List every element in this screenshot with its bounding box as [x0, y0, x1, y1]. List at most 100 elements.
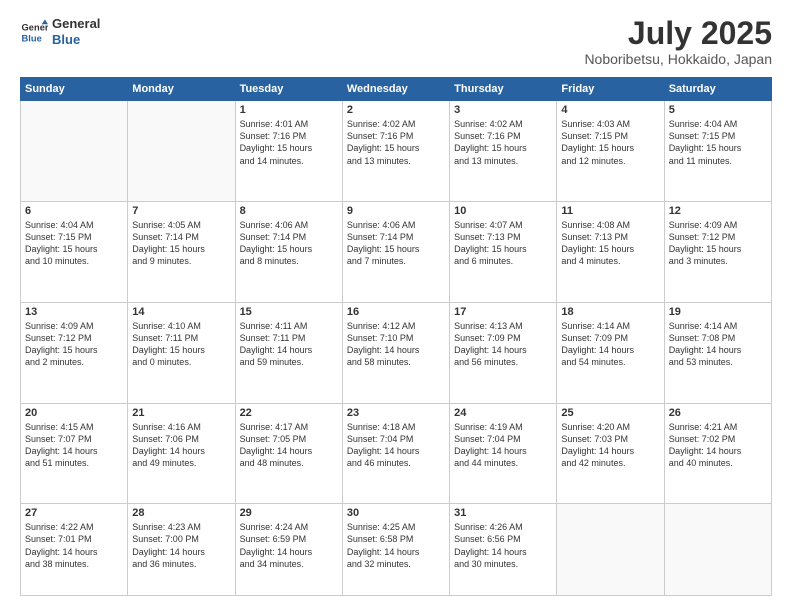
cell-details: Sunrise: 4:21 AMSunset: 7:02 PMDaylight:…: [669, 421, 767, 470]
cell-details: Sunrise: 4:16 AMSunset: 7:06 PMDaylight:…: [132, 421, 230, 470]
cell-details: Sunrise: 4:15 AMSunset: 7:07 PMDaylight:…: [25, 421, 123, 470]
calendar-cell: 11 Sunrise: 4:08 AMSunset: 7:13 PMDayligh…: [557, 201, 664, 302]
calendar-cell: 7Sunrise: 4:05 AMSunset: 7:14 PMDaylight…: [128, 201, 235, 302]
calendar-header-row: SundayMondayTuesdayWednesdayThursdayFrid…: [21, 78, 772, 101]
day-number: 20: [25, 407, 123, 419]
cell-details: Sunrise: 4:11 AMSunset: 7:11 PMDaylight:…: [240, 320, 338, 369]
cell-details: Sunrise: 4:09 AMSunset: 7:12 PMDaylight:…: [669, 219, 767, 268]
day-header-wednesday: Wednesday: [342, 78, 449, 101]
day-number: 17: [454, 306, 552, 318]
day-number: 12: [669, 205, 767, 217]
calendar-cell: [128, 101, 235, 202]
cell-details: Sunrise: 4:04 AMSunset: 7:15 PMDaylight:…: [669, 118, 767, 167]
calendar-week-4: 20 Sunrise: 4:15 AMSunset: 7:07 PMDayligh…: [21, 403, 772, 504]
calendar-cell: 27 Sunrise: 4:22 AMSunset: 7:01 PMDayligh…: [21, 504, 128, 596]
cell-details: Sunrise: 4:17 AMSunset: 7:05 PMDaylight:…: [240, 421, 338, 470]
cell-details: Sunrise: 4:06 AMSunset: 7:14 PMDaylight:…: [240, 219, 338, 268]
calendar-cell: 13Sunrise: 4:09 AMSunset: 7:12 PMDayligh…: [21, 302, 128, 403]
cell-details: Sunrise: 4:09 AMSunset: 7:12 PMDaylight:…: [25, 320, 123, 369]
cell-details: Sunrise: 4:24 AMSunset: 6:59 PMDaylight:…: [240, 521, 338, 570]
calendar-week-2: 6Sunrise: 4:04 AMSunset: 7:15 PMDaylight…: [21, 201, 772, 302]
calendar-cell: 2 Sunrise: 4:02 AMSunset: 7:16 PMDaylight…: [342, 101, 449, 202]
logo: General Blue General Blue: [20, 16, 100, 47]
day-number: 3: [454, 104, 552, 116]
day-number: 30: [347, 507, 445, 519]
cell-details: Sunrise: 4:01 AMSunset: 7:16 PMDaylight:…: [240, 118, 338, 167]
day-number: 10: [454, 205, 552, 217]
calendar-cell: 15Sunrise: 4:11 AMSunset: 7:11 PMDayligh…: [235, 302, 342, 403]
calendar-cell: 14 Sunrise: 4:10 AMSunset: 7:11 PMDayligh…: [128, 302, 235, 403]
cell-details: Sunrise: 4:23 AMSunset: 7:00 PMDaylight:…: [132, 521, 230, 570]
day-number: 22: [240, 407, 338, 419]
calendar-cell: 8Sunrise: 4:06 AMSunset: 7:14 PMDaylight…: [235, 201, 342, 302]
calendar-cell: 18Sunrise: 4:14 AMSunset: 7:09 PMDayligh…: [557, 302, 664, 403]
cell-details: Sunrise: 4:03 AMSunset: 7:15 PMDaylight:…: [561, 118, 659, 167]
cell-details: Sunrise: 4:08 AMSunset: 7:13 PMDaylight:…: [561, 219, 659, 268]
cell-details: Sunrise: 4:20 AMSunset: 7:03 PMDaylight:…: [561, 421, 659, 470]
calendar-cell: 20 Sunrise: 4:15 AMSunset: 7:07 PMDayligh…: [21, 403, 128, 504]
day-number: 28: [132, 507, 230, 519]
day-header-monday: Monday: [128, 78, 235, 101]
cell-details: Sunrise: 4:13 AMSunset: 7:09 PMDaylight:…: [454, 320, 552, 369]
svg-text:Blue: Blue: [22, 33, 42, 43]
day-header-friday: Friday: [557, 78, 664, 101]
cell-details: Sunrise: 4:18 AMSunset: 7:04 PMDaylight:…: [347, 421, 445, 470]
cell-details: Sunrise: 4:25 AMSunset: 6:58 PMDaylight:…: [347, 521, 445, 570]
calendar-cell: 3 Sunrise: 4:02 AMSunset: 7:16 PMDaylight…: [450, 101, 557, 202]
day-number: 23: [347, 407, 445, 419]
calendar-cell: 24 Sunrise: 4:19 AMSunset: 7:04 PMDayligh…: [450, 403, 557, 504]
calendar-cell: [557, 504, 664, 596]
calendar-cell: 17 Sunrise: 4:13 AMSunset: 7:09 PMDayligh…: [450, 302, 557, 403]
day-number: 24: [454, 407, 552, 419]
cell-details: Sunrise: 4:19 AMSunset: 7:04 PMDaylight:…: [454, 421, 552, 470]
day-number: 25: [561, 407, 659, 419]
cell-details: Sunrise: 4:26 AMSunset: 6:56 PMDaylight:…: [454, 521, 552, 570]
calendar-week-5: 27 Sunrise: 4:22 AMSunset: 7:01 PMDayligh…: [21, 504, 772, 596]
calendar-cell: [21, 101, 128, 202]
day-number: 18: [561, 306, 659, 318]
calendar-cell: 1 Sunrise: 4:01 AMSunset: 7:16 PMDaylight…: [235, 101, 342, 202]
calendar-week-3: 13Sunrise: 4:09 AMSunset: 7:12 PMDayligh…: [21, 302, 772, 403]
day-number: 11: [561, 205, 659, 217]
cell-details: Sunrise: 4:05 AMSunset: 7:14 PMDaylight:…: [132, 219, 230, 268]
calendar-week-1: 1 Sunrise: 4:01 AMSunset: 7:16 PMDaylight…: [21, 101, 772, 202]
day-number: 31: [454, 507, 552, 519]
cell-details: Sunrise: 4:02 AMSunset: 7:16 PMDaylight:…: [454, 118, 552, 167]
calendar-cell: 19 Sunrise: 4:14 AMSunset: 7:08 PMDayligh…: [664, 302, 771, 403]
logo-icon: General Blue: [20, 18, 48, 46]
calendar-cell: 10 Sunrise: 4:07 AMSunset: 7:13 PMDayligh…: [450, 201, 557, 302]
day-number: 26: [669, 407, 767, 419]
day-number: 14: [132, 306, 230, 318]
calendar-cell: 29 Sunrise: 4:24 AMSunset: 6:59 PMDayligh…: [235, 504, 342, 596]
page: General Blue General Blue July 2025 Nobo…: [0, 0, 792, 612]
day-number: 27: [25, 507, 123, 519]
cell-details: Sunrise: 4:14 AMSunset: 7:08 PMDaylight:…: [669, 320, 767, 369]
month-title: July 2025: [584, 16, 772, 51]
cell-details: Sunrise: 4:06 AMSunset: 7:14 PMDaylight:…: [347, 219, 445, 268]
day-header-tuesday: Tuesday: [235, 78, 342, 101]
day-number: 19: [669, 306, 767, 318]
day-number: 4: [561, 104, 659, 116]
title-block: July 2025 Noboribetsu, Hokkaido, Japan: [584, 16, 772, 67]
day-number: 5: [669, 104, 767, 116]
calendar-cell: 16Sunrise: 4:12 AMSunset: 7:10 PMDayligh…: [342, 302, 449, 403]
day-header-sunday: Sunday: [21, 78, 128, 101]
calendar-cell: 28 Sunrise: 4:23 AMSunset: 7:00 PMDayligh…: [128, 504, 235, 596]
calendar-cell: 25 Sunrise: 4:20 AMSunset: 7:03 PMDayligh…: [557, 403, 664, 504]
calendar-cell: 30 Sunrise: 4:25 AMSunset: 6:58 PMDayligh…: [342, 504, 449, 596]
logo-blue: Blue: [52, 32, 100, 48]
header: General Blue General Blue July 2025 Nobo…: [20, 16, 772, 67]
cell-details: Sunrise: 4:02 AMSunset: 7:16 PMDaylight:…: [347, 118, 445, 167]
day-number: 1: [240, 104, 338, 116]
cell-details: Sunrise: 4:07 AMSunset: 7:13 PMDaylight:…: [454, 219, 552, 268]
calendar-cell: 31 Sunrise: 4:26 AMSunset: 6:56 PMDayligh…: [450, 504, 557, 596]
day-header-saturday: Saturday: [664, 78, 771, 101]
day-number: 2: [347, 104, 445, 116]
calendar-cell: 6Sunrise: 4:04 AMSunset: 7:15 PMDaylight…: [21, 201, 128, 302]
cell-details: Sunrise: 4:22 AMSunset: 7:01 PMDaylight:…: [25, 521, 123, 570]
day-number: 29: [240, 507, 338, 519]
calendar-cell: 9Sunrise: 4:06 AMSunset: 7:14 PMDaylight…: [342, 201, 449, 302]
calendar-table: SundayMondayTuesdayWednesdayThursdayFrid…: [20, 77, 772, 596]
cell-details: Sunrise: 4:04 AMSunset: 7:15 PMDaylight:…: [25, 219, 123, 268]
cell-details: Sunrise: 4:10 AMSunset: 7:11 PMDaylight:…: [132, 320, 230, 369]
